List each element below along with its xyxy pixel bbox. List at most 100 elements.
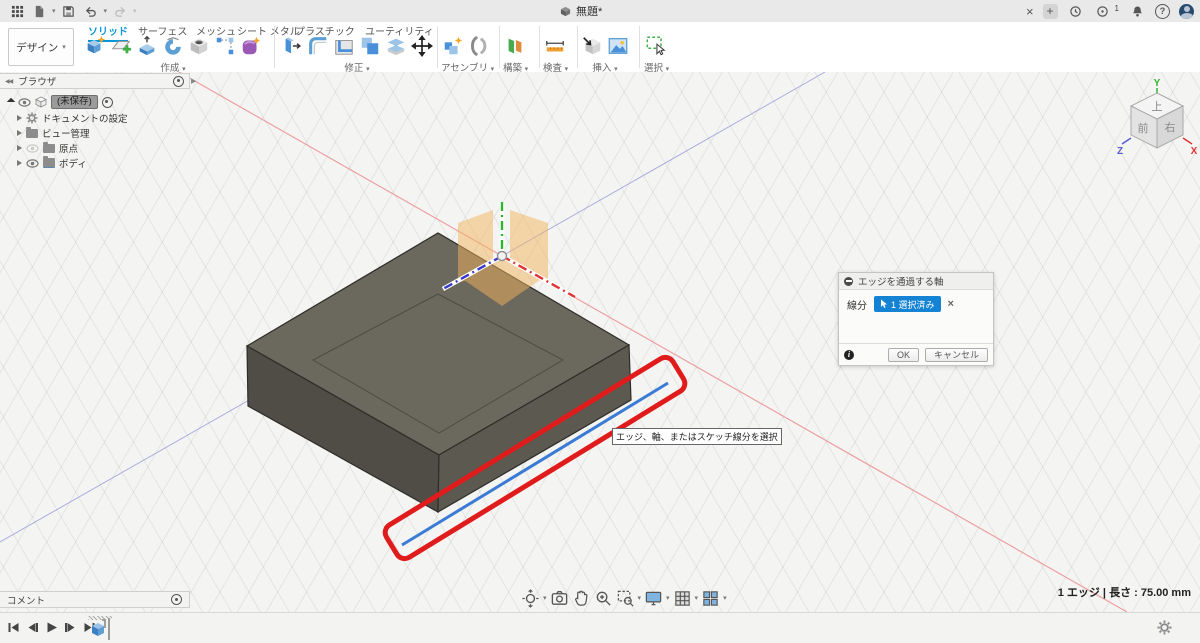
zoom-window-icon[interactable]: [616, 589, 635, 608]
help-icon[interactable]: ?: [1155, 3, 1170, 19]
timeline-step-forward-icon[interactable]: [64, 621, 77, 634]
visibility-eye-off-icon[interactable]: [26, 143, 39, 153]
viewports-caret[interactable]: ▾: [723, 595, 727, 602]
job-status-icon[interactable]: [1094, 2, 1112, 20]
timeline-settings-gear-icon[interactable]: [1157, 620, 1172, 635]
ok-button[interactable]: OK: [887, 347, 919, 362]
timeline-playhead[interactable]: [108, 618, 110, 640]
new-tab-icon[interactable]: +: [1042, 3, 1058, 19]
redo-caret[interactable]: ▾: [133, 8, 137, 15]
collapsed-arrow-icon[interactable]: [17, 115, 22, 121]
create-sketch-icon[interactable]: [109, 34, 133, 58]
close-tab-icon[interactable]: ×: [1026, 5, 1034, 18]
save-icon[interactable]: [60, 2, 78, 20]
expanded-arrow-icon[interactable]: [6, 97, 16, 107]
cancel-button[interactable]: キャンセル: [924, 347, 988, 362]
selection-count-button[interactable]: 1 選択済み: [874, 296, 941, 312]
orbit-icon[interactable]: [521, 589, 540, 608]
insert-mesh-icon[interactable]: [580, 34, 604, 58]
file-menu-caret[interactable]: ▾: [52, 8, 56, 15]
browser-row-named-views[interactable]: ビュー管理: [17, 126, 90, 140]
clear-selection-icon[interactable]: ×: [948, 298, 954, 310]
collapsed-arrow-icon[interactable]: [17, 160, 22, 166]
look-at-icon[interactable]: [550, 589, 569, 608]
fusion360-window: ▾ ▾ ▾ 無題* × + 1 ? デザイン ▾ ソリッド サーフェス メッシュ…: [0, 0, 1200, 643]
profile-avatar[interactable]: [1179, 3, 1194, 19]
extrude-icon[interactable]: [135, 34, 159, 58]
group-insert: 挿入 ▾: [580, 34, 630, 74]
viewports-icon[interactable]: [701, 589, 720, 608]
grid-settings-caret[interactable]: ▾: [695, 595, 699, 602]
collapse-panel-icon[interactable]: ◀◀: [5, 78, 13, 85]
fillet-icon[interactable]: [306, 34, 330, 58]
origin-point[interactable]: [496, 250, 508, 262]
visibility-eye-icon[interactable]: [26, 158, 39, 168]
3d-scene: [0, 72, 1128, 612]
construction-plane-icon[interactable]: [503, 34, 527, 58]
body-box[interactable]: [245, 232, 632, 514]
combine-icon[interactable]: [358, 34, 382, 58]
selection-info: 1 エッジ | 長さ : 75.00 mm: [1057, 587, 1191, 599]
undo-caret[interactable]: ▾: [104, 8, 108, 15]
select-icon[interactable]: [644, 34, 668, 58]
activate-component-icon[interactable]: [101, 96, 113, 108]
browser-display-toggle-icon[interactable]: [173, 75, 184, 87]
create-form-icon[interactable]: [239, 34, 263, 58]
move-icon[interactable]: [410, 34, 434, 58]
orbit-caret[interactable]: ▾: [543, 595, 547, 602]
redo-icon[interactable]: [111, 2, 129, 20]
primitive-box-icon[interactable]: [83, 34, 107, 58]
comments-toggle-icon[interactable]: [171, 594, 182, 605]
visibility-eye-icon[interactable]: [18, 97, 31, 107]
display-settings-icon[interactable]: [644, 589, 663, 608]
dialog-title-bar[interactable]: エッジを通過する軸: [839, 273, 993, 290]
panel-resize-handle[interactable]: ▶: [191, 77, 196, 85]
revolve-icon[interactable]: [161, 34, 185, 58]
group-select: 選択 ▾: [644, 34, 669, 74]
folder-icon: [43, 141, 55, 153]
joint-icon[interactable]: [467, 34, 491, 58]
display-settings-caret[interactable]: ▾: [666, 595, 670, 602]
undo-icon[interactable]: [82, 2, 100, 20]
extensions-icon[interactable]: [1067, 2, 1085, 20]
zoom-icon[interactable]: [594, 589, 613, 608]
notifications-bell-icon[interactable]: [1128, 2, 1146, 20]
timeline-go-start-icon[interactable]: [7, 621, 20, 634]
axis-through-edge-dialog[interactable]: エッジを通過する軸 線分 1 選択済み × i OK キャンセル: [838, 272, 994, 366]
browser-row-bodies[interactable]: ボディ: [17, 156, 87, 170]
measure-icon[interactable]: [543, 34, 567, 58]
hole-icon[interactable]: [187, 34, 211, 58]
timeline-bar: [0, 612, 1200, 643]
canvas-image-icon[interactable]: [606, 34, 630, 58]
timeline-feature-box[interactable]: [90, 619, 107, 638]
zoom-window-caret[interactable]: ▾: [638, 595, 642, 602]
view-cube[interactable]: Y 上 前 右 Z X: [1116, 76, 1198, 166]
timeline-play-icon[interactable]: [45, 621, 58, 634]
new-component-icon[interactable]: [441, 34, 465, 58]
workspace-selector[interactable]: デザイン ▾: [8, 28, 74, 66]
browser-row-document-settings[interactable]: ドキュメントの設定: [17, 111, 128, 125]
press-pull-icon[interactable]: [280, 34, 304, 58]
grid-settings-icon[interactable]: [673, 589, 692, 608]
rectangular-pattern-icon[interactable]: [213, 34, 237, 58]
pan-icon[interactable]: [572, 589, 591, 608]
viewcube-x-label: X: [1191, 146, 1198, 157]
browser-header[interactable]: ◀◀ ブラウザ: [0, 73, 190, 89]
data-panel-icon[interactable]: [8, 2, 26, 20]
dialog-info-icon[interactable]: i: [844, 349, 854, 360]
viewport-canvas[interactable]: Y 上 前 右 Z X ◀◀ ブラウザ ▶ (未保存) ドキュメントの設定 ビュ…: [0, 72, 1200, 612]
browser-row-origin[interactable]: 原点: [17, 141, 78, 155]
split-body-icon[interactable]: [384, 34, 408, 58]
comments-bar[interactable]: コメント: [0, 591, 190, 608]
unsaved-document-label[interactable]: (未保存): [51, 95, 98, 109]
axis-command-icon: [844, 276, 853, 286]
browser-root-row[interactable]: (未保存): [6, 95, 113, 109]
timeline-step-back-icon[interactable]: [26, 621, 39, 634]
document-tab[interactable]: 無題*: [560, 0, 602, 22]
collapsed-arrow-icon[interactable]: [17, 130, 22, 136]
viewcube-y-label: Y: [1154, 78, 1161, 89]
collapsed-arrow-icon[interactable]: [17, 145, 22, 151]
file-menu-icon[interactable]: [30, 2, 48, 20]
shell-icon[interactable]: [332, 34, 356, 58]
viewcube-front-label: 前: [1138, 121, 1149, 135]
